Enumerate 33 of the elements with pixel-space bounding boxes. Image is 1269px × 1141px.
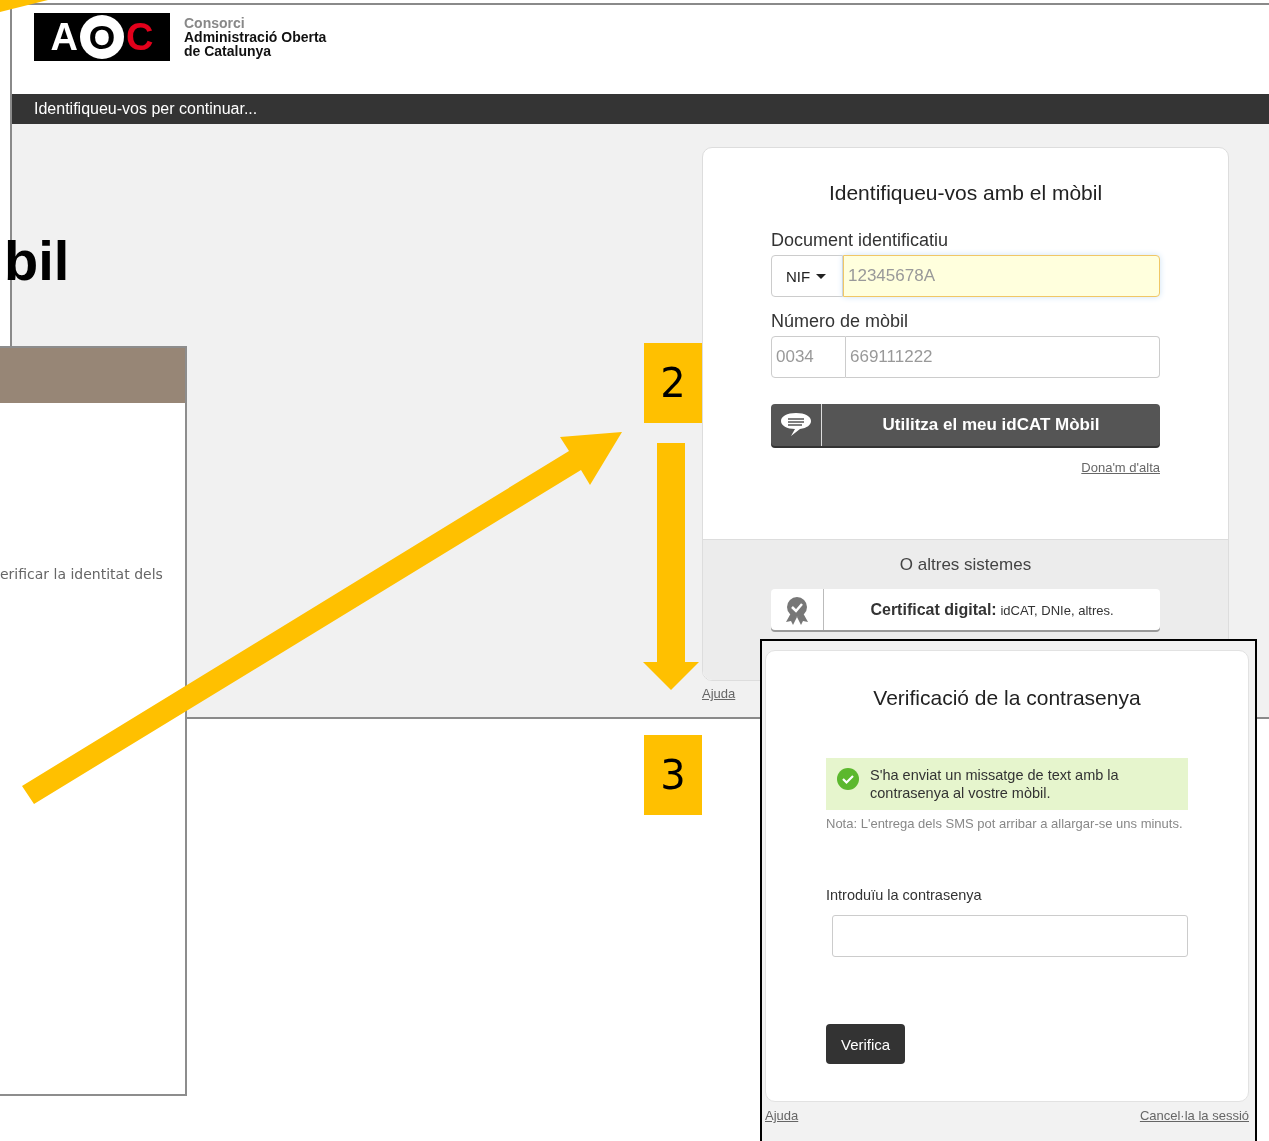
partial-heading: bil xyxy=(4,228,70,293)
certificate-button[interactable]: Certificat digital: idCAT, DNIe, altres. xyxy=(771,589,1160,630)
card-title: Identifiqueu-vos amb el mòbil xyxy=(827,181,1104,205)
document-field[interactable]: 12345678A xyxy=(843,255,1160,297)
panel-text: erificar la identitat dels xyxy=(0,566,164,582)
verify-button[interactable]: Verifica xyxy=(826,1024,906,1064)
organization-type: Consorci xyxy=(184,16,246,30)
success-message: S'ha enviat un missatge de text amb la contrasenya al vostre mòbil. xyxy=(870,766,1120,802)
document-type-select[interactable]: NIF xyxy=(771,255,843,297)
title-bar: Identifiqueu-vos per continuar... xyxy=(12,94,1269,124)
signup-link[interactable]: Dona'm d'alta xyxy=(1081,460,1160,475)
prefix-field[interactable]: 0034 xyxy=(771,336,846,378)
field-label: Document identificatiu xyxy=(771,230,950,251)
card-title: Verificació de la contrasenya xyxy=(872,686,1142,710)
step-number: 3 xyxy=(644,735,702,815)
organization-name: de Catalunya xyxy=(184,44,273,58)
step-number: 2 xyxy=(644,343,702,423)
arrow-fragment xyxy=(0,0,48,12)
help-link[interactable]: Ajuda xyxy=(765,1108,799,1123)
mobile-field[interactable]: 669111222 xyxy=(846,336,1160,378)
aoc-logo: A O C xyxy=(34,13,170,61)
check-circle-icon xyxy=(836,767,860,791)
password-field[interactable] xyxy=(832,915,1188,957)
field-label: Introduïu la contrasenya xyxy=(826,887,983,903)
help-link[interactable]: Ajuda xyxy=(702,686,736,701)
cancel-session-link[interactable]: Cancel·la la sessió xyxy=(1139,1108,1249,1123)
mobile-login-button[interactable]: Utilitza el meu idCAT Mòbil xyxy=(771,404,1160,446)
field-label: Número de mòbil xyxy=(771,311,910,332)
note-text: Nota: L'entrega dels SMS pot arribar a allargar-se uns minuts. xyxy=(826,816,1184,832)
organization-name: Administració Oberta xyxy=(184,30,327,44)
section-heading: O altres sistemes xyxy=(898,555,1033,575)
caret-icon xyxy=(816,273,827,279)
speech-bubble-icon xyxy=(779,411,813,439)
